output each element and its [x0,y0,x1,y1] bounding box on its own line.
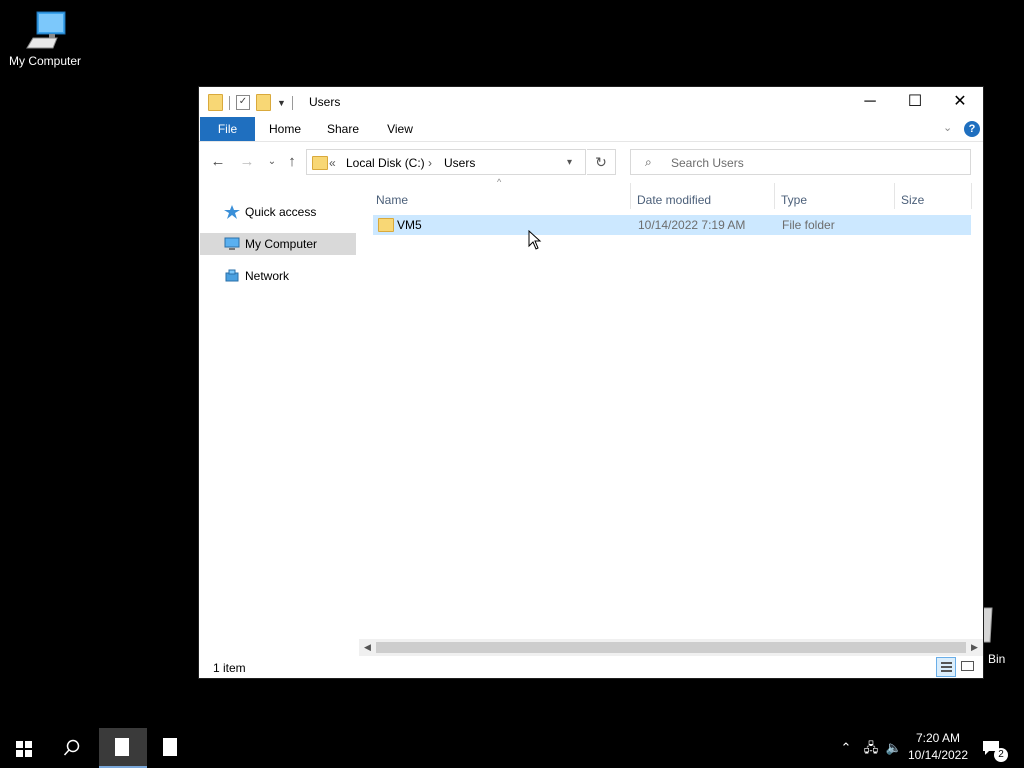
clock-time: 7:20 AM [915,731,961,745]
scroll-left-icon[interactable]: ◀ [359,639,376,656]
nav-item-my-computer[interactable]: My Computer [200,233,356,255]
close-button[interactable]: ✕ [937,87,983,117]
windows-logo-icon [16,741,32,757]
nav-item-label: My Computer [245,237,318,251]
details-view-button[interactable] [936,657,956,677]
status-bar: 1 item [199,657,983,679]
column-divider[interactable] [774,183,775,209]
search-button[interactable] [48,728,96,768]
properties-icon[interactable]: ✓ [236,95,250,110]
network-tray-icon[interactable]: 🖧 [861,728,881,768]
refresh-button[interactable]: ↻ [587,149,616,175]
nav-item-label: Quick access [245,205,317,219]
address-bar[interactable]: « Local Disk (C:) › Users ▾ [306,149,586,175]
document-icon [115,738,129,756]
large-icons-view-button[interactable] [958,657,978,677]
forward-button[interactable]: → [236,151,258,173]
ribbon: File Home Share View ⌄ ? [199,117,983,142]
column-divider[interactable] [971,183,972,209]
taskbar-app-file-explorer[interactable] [99,728,147,768]
divider [229,95,230,110]
navigation-pane: Quick access My Computer Network [199,179,357,657]
file-name: VM5 [397,218,422,232]
tab-file[interactable]: File [200,117,255,141]
taskbar-app-document[interactable] [147,728,195,768]
clock-date: 10/14/2022 [907,748,969,762]
column-header-size[interactable]: Size [901,189,924,211]
window-title: Users [309,95,341,109]
column-divider[interactable] [630,183,631,209]
network-icon [225,269,239,282]
show-hidden-icons-icon[interactable]: ⌃ [838,728,854,768]
folder-icon [312,156,328,170]
recent-locations-button[interactable]: ⌄ [261,151,283,173]
tab-view[interactable]: View [377,117,423,141]
star-icon [224,205,240,219]
help-icon[interactable]: ? [964,121,980,137]
tab-share[interactable]: Share [318,117,368,141]
new-folder-icon[interactable] [256,94,271,111]
folder-icon [208,94,223,111]
title-bar[interactable]: ✓ ▼ Users ─ ☐ ✕ [199,87,983,117]
divider [291,95,293,110]
breadcrumb-item-local-disk[interactable]: Local Disk (C:) [346,156,425,170]
back-button[interactable]: ← [207,151,229,173]
desktop-icon-label: My Computer [8,54,82,68]
search-icon [63,739,80,756]
computer-icon [224,237,240,250]
breadcrumb-separator[interactable]: › [428,156,432,170]
file-type: File folder [782,218,835,232]
file-date-modified: 10/14/2022 7:19 AM [638,218,746,232]
breadcrumb-item-users[interactable]: Users [444,156,475,170]
navigation-bar: ← → ⌄ ↑ « Local Disk (C:) › Users ▾ ↻ ⌕ [199,145,983,179]
column-header-name[interactable]: Name [376,189,408,211]
scrollbar-thumb[interactable] [376,642,966,653]
horizontal-scrollbar[interactable]: ◀ ▶ [359,639,983,656]
nav-item-quick-access[interactable]: Quick access [200,201,356,223]
volume-icon[interactable]: 🔈 [884,728,904,768]
column-divider[interactable] [894,183,895,209]
nav-item-network[interactable]: Network [200,265,356,287]
scroll-right-icon[interactable]: ▶ [966,639,983,656]
nav-item-label: Network [245,269,290,283]
breadcrumb-overflow[interactable]: « [329,156,336,170]
up-button[interactable]: ↑ [281,151,303,173]
mouse-cursor-icon [528,230,542,250]
desktop-icon-my-computer[interactable]: My Computer [0,8,90,68]
item-count: 1 item [213,661,246,675]
column-header-date-modified[interactable]: Date modified [637,189,711,211]
tab-home[interactable]: Home [261,117,309,141]
start-button[interactable] [0,728,48,768]
expand-ribbon-icon[interactable]: ⌄ [943,121,952,134]
folder-icon [378,218,394,232]
clock[interactable]: 7:20 AM 10/14/2022 [905,730,971,764]
taskbar: ⌃ 🖧 🔈 7:20 AM 10/14/2022 2 [0,728,1024,768]
search-icon: ⌕ [645,155,652,169]
sort-ascending-icon: ^ [497,177,502,187]
search-box[interactable]: ⌕ [630,149,971,175]
action-center-button[interactable]: 2 [978,728,1008,768]
minimize-button[interactable]: ─ [847,87,893,117]
column-header-type[interactable]: Type [781,189,807,211]
desktop-icon-label: Bin [988,652,1006,666]
customize-toolbar-icon[interactable]: ▼ [277,98,286,108]
maximize-button[interactable]: ☐ [892,87,938,117]
file-list: ^ Name Date modified Type Size VM5 10/14… [359,177,973,639]
quick-access-toolbar: ✓ ▼ [208,94,293,111]
document-icon [163,738,177,756]
file-explorer-window: ✓ ▼ Users ─ ☐ ✕ File Home Share View ⌄ ?… [198,86,984,679]
search-input[interactable] [669,154,963,172]
file-row[interactable]: VM5 10/14/2022 7:19 AM File folder [373,215,971,235]
chevron-down-icon[interactable]: ▾ [567,157,572,168]
notification-count-badge: 2 [994,748,1008,762]
computer-icon [26,11,66,49]
